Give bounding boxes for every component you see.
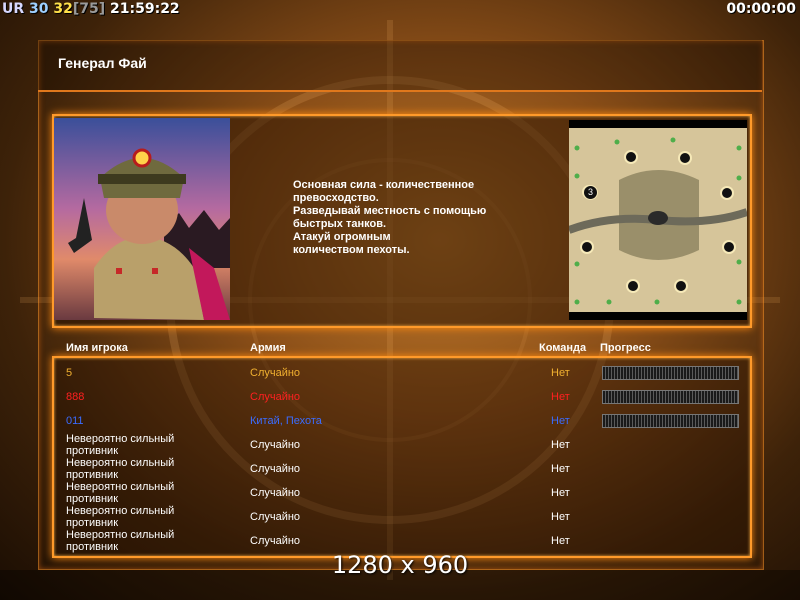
player-name: 5	[66, 367, 73, 379]
hud-value-c: [75]	[72, 1, 106, 17]
table-row[interactable]: Невероятно сильный противник Случайно Нет	[54, 457, 746, 481]
player-army-select[interactable]: Случайно	[250, 439, 300, 451]
player-army-select[interactable]: Случайно	[250, 367, 300, 379]
player-team-select[interactable]: Нет	[551, 439, 570, 451]
player-team-select[interactable]: Нет	[551, 463, 570, 475]
player-army-select[interactable]: Случайно	[250, 391, 300, 403]
player-army-select[interactable]: Случайно	[250, 511, 300, 523]
table-row[interactable]: Невероятно сильный противник Случайно Нет	[54, 505, 746, 529]
player-name: 011	[66, 415, 84, 427]
hud-value-a: 30	[29, 1, 49, 17]
minimap[interactable]: 3	[569, 120, 747, 320]
player-team-select[interactable]: Нет	[551, 487, 570, 499]
hud-tag: UR	[2, 1, 25, 17]
general-portrait	[54, 118, 230, 320]
header-progress: Прогресс	[600, 342, 651, 354]
player-team-select[interactable]: Нет	[551, 415, 570, 427]
hud-clock: 21:59:22	[110, 1, 180, 17]
player-army-select[interactable]: Случайно	[250, 487, 300, 499]
player-name: Невероятно сильный противник	[66, 505, 175, 529]
player-name: Невероятно сильный противник	[66, 433, 175, 457]
player-army-select[interactable]: Китай, Пехота	[250, 415, 322, 427]
minimap-start-marker[interactable]: 3	[583, 185, 598, 200]
player-progress-bar	[602, 414, 739, 428]
player-army-select[interactable]: Случайно	[250, 535, 300, 547]
player-team-select[interactable]: Нет	[551, 367, 570, 379]
player-progress-bar	[602, 366, 739, 380]
table-row[interactable]: Невероятно сильный противник Случайно Нет	[54, 433, 746, 457]
header-army: Армия	[250, 342, 286, 354]
player-name: Невероятно сильный противник	[66, 529, 175, 553]
header-team: Команда	[539, 342, 587, 354]
player-name: Невероятно сильный противник	[66, 457, 175, 481]
player-name: 888	[66, 391, 85, 403]
general-description: Основная сила - количественное превосход…	[293, 179, 487, 256]
player-team-select[interactable]: Нет	[551, 511, 570, 523]
hud-value-b: 32	[53, 1, 73, 17]
table-row[interactable]: Невероятно сильный противник Случайно Нет	[54, 481, 746, 505]
header-player-name: Имя игрока	[66, 342, 128, 354]
table-row[interactable]: 5 Случайно Нет	[54, 366, 746, 391]
player-army-select[interactable]: Случайно	[250, 463, 300, 475]
player-team-select[interactable]: Нет	[551, 535, 570, 547]
table-row[interactable]: Невероятно сильный противник Случайно Нет	[54, 529, 746, 553]
general-title: Генерал Фай	[58, 55, 147, 71]
table-row[interactable]: 888 Случайно Нет	[54, 390, 746, 415]
hud-left: UR 30 32[75] 21:59:22	[2, 0, 180, 18]
player-progress-bar	[602, 390, 739, 404]
player-name: Невероятно сильный противник	[66, 481, 175, 505]
hud-timer: 00:00:00	[726, 1, 796, 17]
player-team-select[interactable]: Нет	[551, 391, 570, 403]
resolution-label: 1280 x 960	[331, 551, 469, 579]
